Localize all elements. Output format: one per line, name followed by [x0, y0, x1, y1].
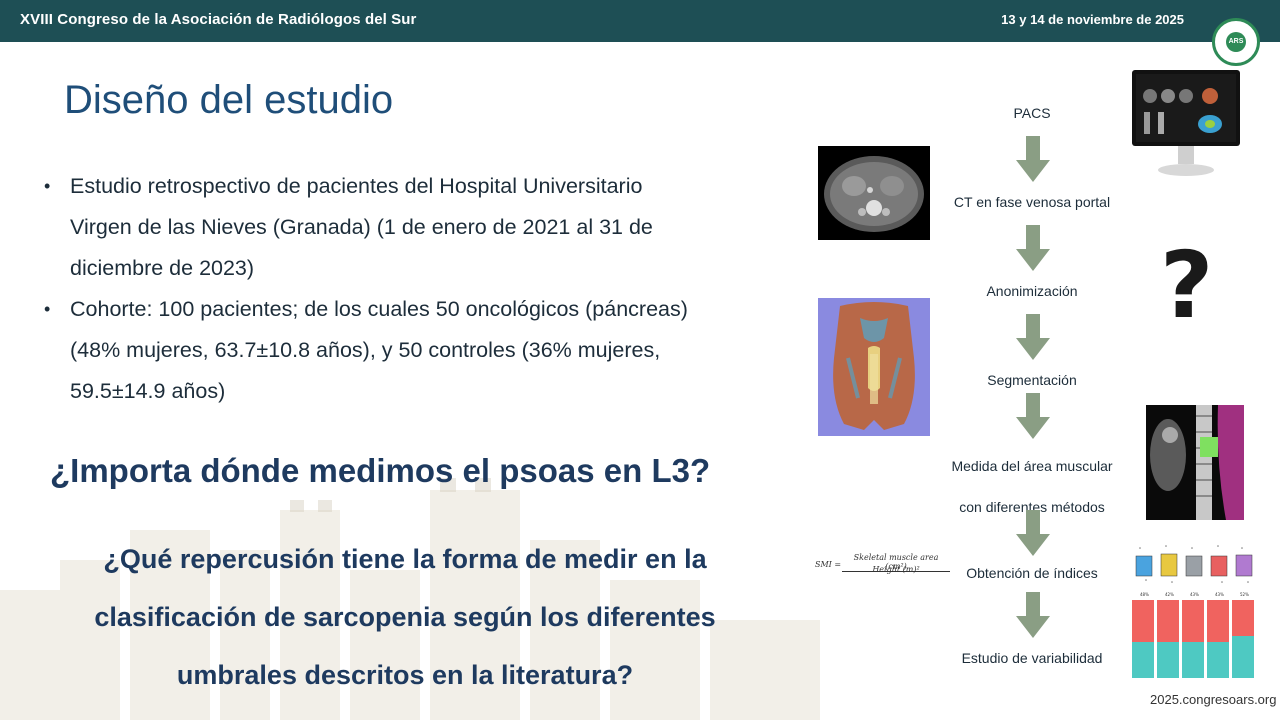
bullet-marker: • — [44, 299, 51, 319]
flow-step-ct: CT en fase venosa portal — [953, 194, 1111, 210]
question-line: clasificación de sarcopenia según los di… — [94, 602, 716, 632]
ars-logo-text: ARS — [1226, 32, 1246, 52]
flow-arrow-down-icon — [1016, 510, 1050, 556]
bullet-study-description: • Estudio retrospectivo de pacientes del… — [44, 166, 764, 289]
percent-label: 48% — [1140, 592, 1149, 597]
bullet-line: Cohorte: 100 pacientes; de los cuales 50… — [70, 297, 688, 321]
question-line: ¿Qué repercusión tiene la forma de medir… — [103, 544, 707, 574]
formula-denominator: Height (m)² — [872, 565, 920, 574]
boxplots — [1135, 545, 1253, 583]
research-question-1: ¿Importa dónde medimos el psoas en L3? — [50, 452, 711, 489]
bullet-line: (48% mujeres, 63.7±10.8 años), y 50 cont… — [70, 338, 661, 362]
bullet-line: diciembre de 2023) — [70, 256, 255, 280]
percent-label: 43% — [1190, 592, 1199, 597]
flow-arrow-down-icon — [1016, 225, 1050, 271]
flow-step-indices: Obtención de índices — [966, 565, 1098, 581]
sagittal-ct-image — [1146, 405, 1244, 520]
flow-step-variability: Estudio de variabilidad — [961, 650, 1103, 666]
bullet-line: Virgen de las Nieves (Granada) (1 de ene… — [70, 215, 653, 239]
flow-arrow-down-icon — [1016, 592, 1050, 638]
study-bullets: • Estudio retrospectivo de pacientes del… — [44, 166, 764, 412]
question-line: umbrales descritos en la literatura? — [176, 660, 634, 690]
percent-label: 42% — [1165, 592, 1174, 597]
question-mark-icon: ? — [1160, 232, 1214, 339]
flow-step-segmentation: Segmentación — [987, 372, 1077, 388]
bullet-line: Estudio retrospectivo de pacientes del H… — [70, 174, 643, 198]
flow-arrow-down-icon — [1016, 136, 1050, 182]
bullet-line: 59.5±14.9 años) — [70, 379, 226, 403]
stacked-bars — [1132, 600, 1254, 678]
variability-chart-image: 48% 42% 43% 43% 52% — [1132, 545, 1254, 678]
congress-url: 2025.congresoars.org — [1150, 692, 1277, 707]
flow-arrow-down-icon — [1016, 393, 1050, 439]
formula-lhs: SMI = — [815, 560, 842, 569]
slide-title: Diseño del estudio — [64, 78, 394, 122]
ars-logo: ARS — [1212, 18, 1260, 66]
percent-label: 52% — [1240, 592, 1249, 597]
flow-arrow-down-icon — [1016, 314, 1050, 360]
research-question-2: ¿Qué repercusión tiene la forma de medir… — [40, 530, 770, 704]
flow-step-line: Medida del área muscular — [951, 458, 1113, 474]
bullet-marker: • — [44, 176, 51, 196]
header-bar: XVIII Congreso de la Asociación de Radió… — [0, 0, 1280, 42]
axial-ct-image — [818, 146, 930, 240]
smi-formula: SMI = Skeletal muscle area (cm²) Height … — [815, 553, 950, 575]
congress-dates: 13 y 14 de noviembre de 2025 — [1001, 12, 1184, 27]
percent-label: 43% — [1215, 592, 1224, 597]
segmentation-3d-image — [818, 298, 930, 436]
flow-step-anonymization: Anonimización — [986, 283, 1078, 299]
congress-name: XVIII Congreso de la Asociación de Radió… — [20, 11, 417, 28]
bullet-cohort: • Cohorte: 100 pacientes; de los cuales … — [44, 289, 764, 412]
pacs-monitor-image — [1132, 70, 1240, 176]
flow-step-pacs: PACS — [1013, 105, 1051, 121]
percent-labels: 48% 42% 43% 43% 52% — [1140, 592, 1249, 597]
